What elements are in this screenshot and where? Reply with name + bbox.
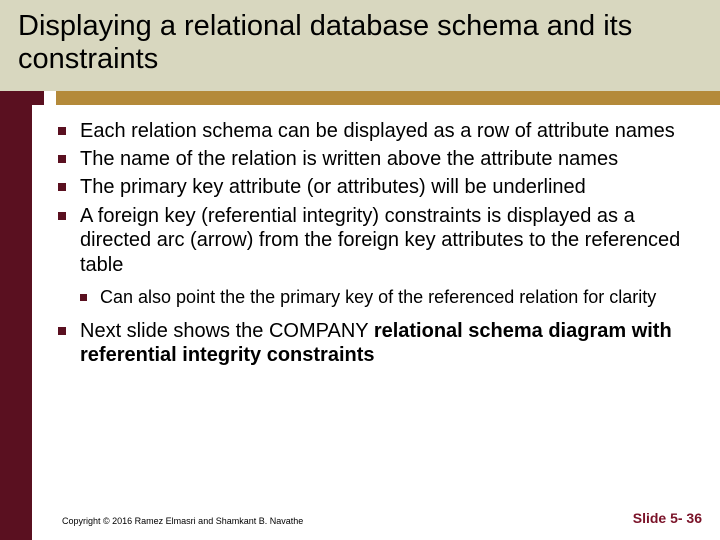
title-area: Displaying a relational database schema … [0,0,720,91]
slide-title: Displaying a relational database schema … [18,10,702,77]
bullet-item: Each relation schema can be displayed as… [54,119,700,143]
body-area: Each relation schema can be displayed as… [0,105,720,540]
sub-bullet-item: Can also point the the primary key of th… [78,287,700,309]
bullet-list: Each relation schema can be displayed as… [48,119,700,277]
bullet-item: A foreign key (referential integrity) co… [54,204,700,277]
slide: Displaying a relational database schema … [0,0,720,540]
bullet-item: The name of the relation is written abov… [54,147,700,171]
slide-number: Slide 5- 36 [633,510,702,526]
sub-bullet-list: Can also point the the primary key of th… [48,287,700,309]
content: Each relation schema can be displayed as… [44,105,720,540]
copyright-text: Copyright © 2016 Ramez Elmasri and Shamk… [62,516,303,526]
side-rail [0,105,44,540]
bullet-item: The primary key attribute (or attributes… [54,175,700,199]
bullet-text-prefix: Next slide shows the COMPANY [80,320,374,342]
bullet-list-2: Next slide shows the COMPANY relational … [48,319,700,368]
divider-stripe [0,91,720,105]
footer: Copyright © 2016 Ramez Elmasri and Shamk… [62,510,702,526]
bullet-item: Next slide shows the COMPANY relational … [54,319,700,368]
